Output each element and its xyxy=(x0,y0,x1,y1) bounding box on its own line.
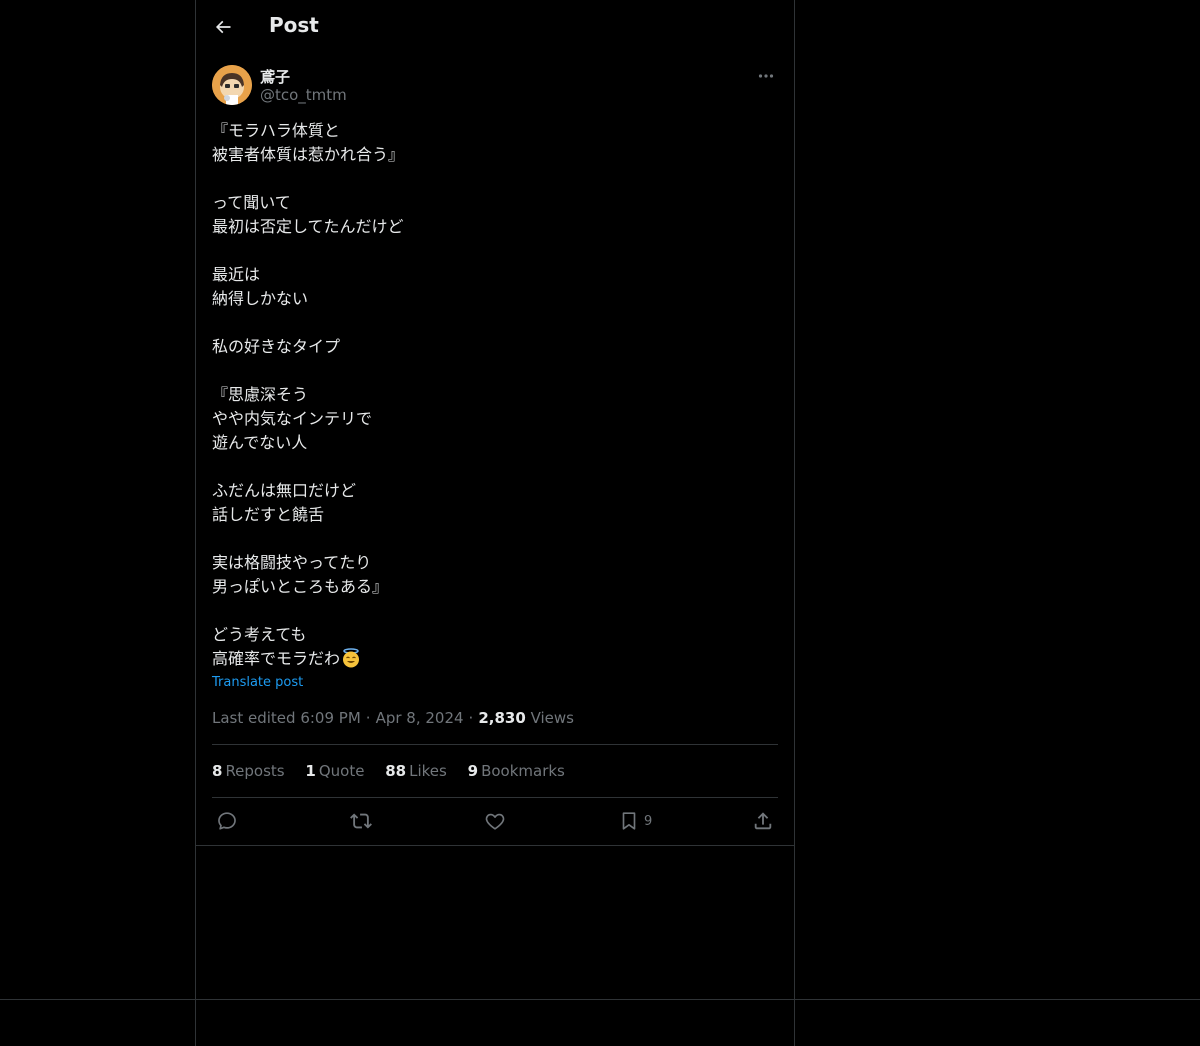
quotes-stat[interactable]: 1 Quote xyxy=(305,762,364,780)
reply-icon xyxy=(218,812,236,830)
post-line: 私の好きなタイプ xyxy=(212,337,341,356)
bookmark-icon xyxy=(622,812,636,830)
post-line: 被害者体質は惹かれ合う』 xyxy=(212,145,405,164)
quotes-label: Quote xyxy=(318,762,365,780)
post-line: 最近は xyxy=(212,265,261,284)
page-header: Post xyxy=(196,0,794,53)
bookmarks-count: 9 xyxy=(467,762,479,780)
post-line: 『モラハラ体質と xyxy=(212,121,340,140)
divider xyxy=(212,744,778,745)
reposts-count: 8 xyxy=(212,762,223,780)
post-line: 話しだすと饒舌 xyxy=(212,505,325,524)
bookmark-count: 9 xyxy=(644,813,653,829)
smiling-face-with-halo-icon xyxy=(343,648,360,668)
post-line xyxy=(212,167,778,191)
post-line: 男っぽいところもある』 xyxy=(212,577,389,596)
share-icon xyxy=(754,812,772,830)
bookmarks-label: Bookmarks xyxy=(481,762,565,780)
post-line xyxy=(212,455,778,479)
post-actions: 9 xyxy=(212,808,778,834)
repost-button[interactable] xyxy=(350,808,372,834)
share-button[interactable] xyxy=(752,808,774,834)
post-line: 遊んでない人 xyxy=(212,433,308,452)
reply-button[interactable] xyxy=(216,808,238,834)
post-line: やや内気なインテリで xyxy=(212,409,373,428)
reposts-label: Reposts xyxy=(225,762,285,780)
more-button[interactable] xyxy=(754,66,778,86)
post-date[interactable]: Apr 8, 2024 xyxy=(376,709,464,727)
author-handle[interactable]: @tco_tmtm xyxy=(260,86,347,104)
post-line: ふだんは無口だけど xyxy=(212,481,357,500)
like-icon xyxy=(485,813,505,830)
repost-icon xyxy=(350,813,372,829)
views-label: Views xyxy=(530,709,574,727)
post-line xyxy=(212,239,778,263)
post-line xyxy=(212,527,778,551)
likes-count: 88 xyxy=(385,762,407,780)
more-icon xyxy=(758,74,774,78)
post-line: 納得しかない xyxy=(212,289,309,308)
avatar[interactable] xyxy=(212,65,252,105)
post-stats: 8 Reposts 1 Quote 88 Likes 9 Bookmarks xyxy=(212,762,581,780)
page-title: Post xyxy=(269,13,319,37)
post-line: どう考えても xyxy=(212,625,307,644)
post-last-line: 高確率でモラだわ xyxy=(212,647,778,671)
post-line xyxy=(212,311,778,335)
back-arrow-icon xyxy=(215,20,231,34)
post-line xyxy=(212,599,778,623)
post-bottom-divider xyxy=(196,845,794,846)
meta-separator: · xyxy=(365,709,371,727)
post-line xyxy=(212,359,778,383)
post-line: 実は格闘技やってたり xyxy=(212,553,372,572)
reposts-stat[interactable]: 8 Reposts xyxy=(212,762,285,780)
primary-column: Post 鳶子 @tco_tmtm 『モラハラ体質と 被害者体質は惹かれ合う』 … xyxy=(195,0,795,1046)
edited-timestamp[interactable]: Last edited 6:09 PM xyxy=(212,709,361,727)
post-line: 高確率でモラだわ xyxy=(212,649,341,668)
bookmark-button[interactable]: 9 xyxy=(618,808,652,834)
post-text: 『モラハラ体質と 被害者体質は惹かれ合う』 って聞いて 最初は否定してたんだけど… xyxy=(212,119,778,671)
post-line: 最初は否定してたんだけど xyxy=(212,217,404,236)
divider xyxy=(212,797,778,798)
likes-stat[interactable]: 88 Likes xyxy=(385,762,447,780)
translate-post-link[interactable]: Translate post xyxy=(212,675,303,690)
post-meta: Last edited 6:09 PM · Apr 8, 2024 · 2,830 Vi… xyxy=(212,709,574,727)
back-button[interactable] xyxy=(206,10,240,44)
post-line: 『思慮深そう xyxy=(212,385,309,404)
like-button[interactable] xyxy=(484,808,506,834)
post-line: って聞いて xyxy=(212,193,291,212)
views-count: 2,830 xyxy=(478,709,526,727)
quotes-count: 1 xyxy=(305,762,316,780)
bottom-bar-divider xyxy=(0,999,1200,1000)
bookmarks-stat[interactable]: 9 Bookmarks xyxy=(468,762,565,780)
meta-separator: · xyxy=(468,709,474,727)
likes-label: Likes xyxy=(409,762,447,780)
avatar-image xyxy=(212,65,252,105)
author-name[interactable]: 鳶子 xyxy=(260,66,290,87)
